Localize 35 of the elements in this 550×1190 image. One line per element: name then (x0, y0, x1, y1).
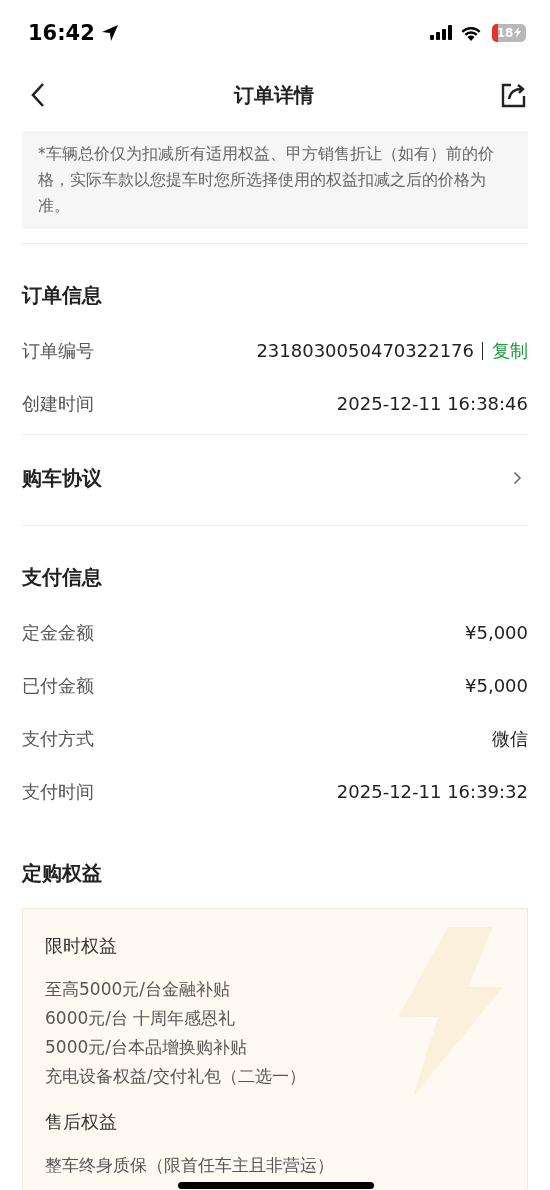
copy-link[interactable]: 复制 (492, 338, 528, 363)
share-icon[interactable] (501, 82, 527, 108)
benefit-item: 5000元/台本品增换购补贴 (45, 1036, 248, 1059)
field-label: 定金金额 (22, 620, 95, 645)
field-value: ¥5,000 (465, 675, 528, 696)
benefit-item: 至高5000元/台金融补贴 (45, 978, 231, 1001)
field-value: ¥5,000 (465, 622, 528, 643)
field-value: 微信 (492, 726, 528, 751)
back-icon[interactable] (30, 82, 46, 108)
wifi-icon (460, 24, 482, 41)
charging-bolt-icon (514, 27, 522, 38)
page-title: 订单详情 (233, 81, 314, 109)
agreement-link[interactable]: 购车协议 (22, 464, 102, 492)
field-label: 支付时间 (22, 779, 95, 804)
field-label: 支付方式 (22, 726, 95, 751)
field-label: 已付金额 (22, 673, 95, 698)
field-value: 2025-12-11 16:38:46 (336, 393, 528, 414)
benefit-item: 整车终身质保（限首任车主且非营运） (45, 1154, 335, 1177)
group-title: 售后权益 (45, 1110, 118, 1134)
field-value: 2318030050470322176 (256, 340, 474, 361)
location-arrow-icon (100, 23, 119, 42)
battery-indicator: 18 (492, 23, 526, 42)
price-notice: *车辆总价仅为扣减所有适用权益、甲方销售折让（如有）前的价格，实际车款以您提车时您所选择使用的权益扣减之后的价格为准。 (22, 131, 528, 229)
section-title: 订单信息 (22, 282, 103, 309)
field-label: 创建时间 (22, 391, 95, 416)
status-time: 16:42 (28, 20, 95, 45)
group-title: 限时权益 (45, 934, 118, 958)
field-value: 2025-12-11 16:39:32 (336, 781, 528, 802)
chevron-right-icon[interactable] (513, 471, 522, 485)
benefit-item: 充电设备权益/交付礼包（二选一） (45, 1065, 307, 1088)
section-title: 定购权益 (22, 860, 103, 887)
benefit-item: 6000元/台 十周年感恩礼 (45, 1007, 237, 1030)
section-title: 支付信息 (22, 564, 103, 591)
signal-icon (430, 25, 454, 40)
field-label: 订单编号 (22, 338, 95, 363)
